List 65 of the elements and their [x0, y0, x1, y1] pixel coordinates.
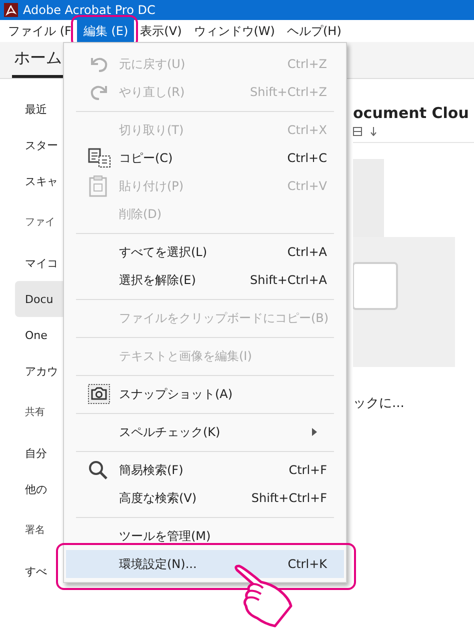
menu-item[interactable]: すべてを選択(L) Ctrl+A	[66, 238, 344, 266]
file-caption: ックに...	[353, 395, 406, 412]
sidebar-item[interactable]: スター	[15, 127, 63, 163]
menu-item-label: 削除(D)	[119, 206, 163, 222]
menu-item-label: 簡易検索(F)	[119, 462, 184, 478]
menu-item-label: 環境設定(N)...	[119, 556, 198, 572]
sidebar-item[interactable]: 自分	[15, 435, 63, 471]
shortcut-label: Shift+Ctrl+F	[251, 491, 327, 505]
menu-item[interactable]: 選択を解除(E) Shift+Ctrl+A	[66, 266, 344, 294]
sidebar-section-title: 署名	[25, 524, 45, 537]
sidebar-item[interactable]: One	[15, 317, 63, 353]
sidebar-item[interactable]: アカウ	[15, 353, 63, 389]
menu-item-label: やり直し(R)	[119, 84, 186, 100]
menu-item-label: 切り取り(T)	[119, 122, 185, 138]
menu-item-label: 貼り付け(P)	[119, 178, 185, 194]
undo-icon	[88, 55, 110, 73]
shortcut-label: Ctrl+F	[288, 463, 327, 477]
shortcut-label: Ctrl+C	[287, 151, 327, 165]
sidebar-item[interactable]: Docu	[15, 281, 63, 317]
menu-item[interactable]: スナップショット(A)	[66, 380, 344, 408]
menu-item-label: すべてを選択(L)	[119, 244, 208, 260]
menu-item-label: コピー(C)	[119, 150, 174, 166]
sidebar-section-title: ファイ	[25, 216, 55, 229]
search-icon	[88, 460, 108, 480]
page-heading: ocument Clou	[353, 104, 470, 122]
sidebar-item[interactable]: すべ	[15, 553, 63, 589]
clipboard-icon	[88, 175, 108, 197]
menu-item-label: スナップショット(A)	[119, 386, 234, 402]
menu-item[interactable]: 環境設定(N)... Ctrl+K	[66, 550, 344, 578]
menu-item-label: 高度な検索(V)	[119, 490, 198, 506]
menu-item-label: 元に戻す(U)	[119, 56, 186, 72]
shortcut-label: Shift+Ctrl+A	[250, 273, 327, 287]
menu-item[interactable]: 高度な検索(V) Shift+Ctrl+F	[66, 484, 344, 512]
sort-arrow-icon[interactable]	[370, 126, 377, 136]
sidebar-item[interactable]: 他の	[15, 471, 63, 507]
menu-item-label: スペルチェック(K)	[119, 424, 222, 440]
menu-item-label: テキストと画像を編集(I)	[119, 348, 253, 364]
menu-bar-item[interactable]: ヘルプ(H)	[280, 20, 348, 42]
menu-item-label: 選択を解除(E)	[119, 272, 197, 288]
menu-bar-item[interactable]: 表示(V)	[134, 20, 188, 42]
sidebar-item[interactable]: スキャ	[15, 163, 63, 199]
sidebar-item[interactable]: マイコ	[15, 245, 63, 281]
shortcut-label: Shift+Ctrl+Z	[250, 85, 327, 99]
shortcut-label: Ctrl+K	[288, 557, 327, 571]
copy-icon	[88, 148, 112, 168]
menu-item[interactable]: スペルチェック(K)	[66, 418, 344, 446]
menu-item[interactable]: 簡易検索(F) Ctrl+F	[66, 456, 344, 484]
redo-icon	[88, 83, 110, 101]
shortcut-label: Ctrl+V	[287, 179, 327, 193]
menu-bar-item[interactable]: ウィンドウ(W)	[188, 20, 281, 42]
app-logo-icon	[4, 3, 18, 17]
camera-icon	[88, 384, 110, 404]
submenu-arrow-icon	[312, 428, 317, 436]
menu-bar-item[interactable]: 編集 (E)	[77, 20, 134, 42]
shortcut-label: Ctrl+X	[287, 123, 327, 137]
shortcut-label: Ctrl+A	[287, 245, 327, 259]
shortcut-label: Ctrl+Z	[287, 57, 327, 71]
window-title: Adobe Acrobat Pro DC	[23, 3, 156, 17]
menu-item-label: ファイルをクリップボードにコピー(B)	[119, 310, 329, 326]
menu-item[interactable]: コピー(C) Ctrl+C	[66, 144, 344, 172]
sidebar-section-title: 共有	[25, 406, 45, 419]
sidebar-item[interactable]: 最近	[15, 91, 63, 127]
menu-item-label: ツールを管理(M)	[119, 528, 212, 544]
menu-item[interactable]: ツールを管理(M)	[66, 522, 344, 550]
list-view-icon[interactable]	[353, 126, 362, 136]
